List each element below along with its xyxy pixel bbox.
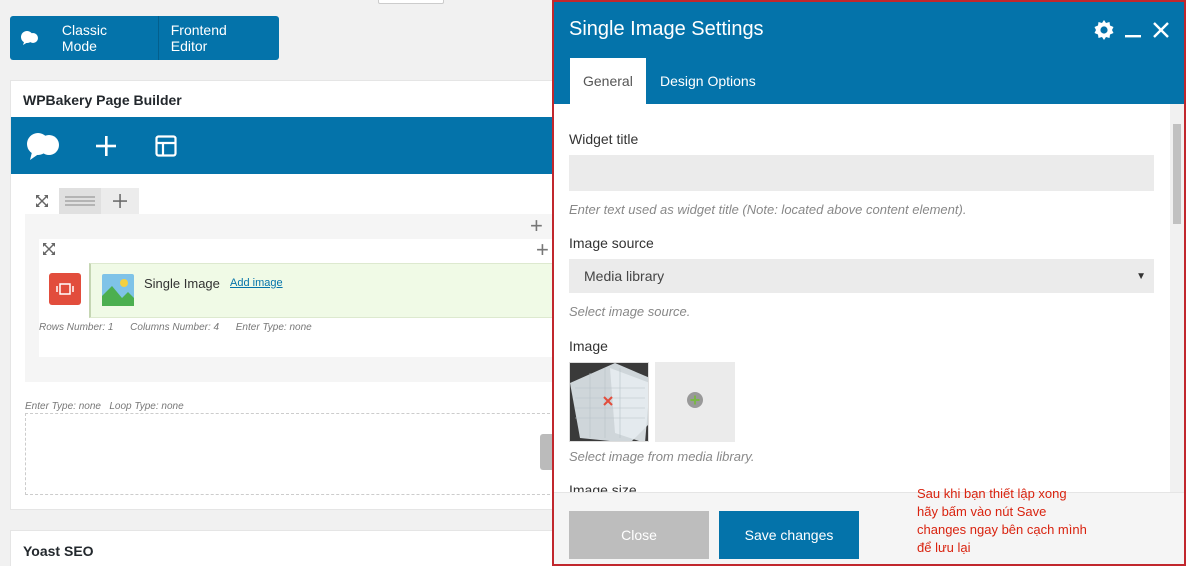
image-label: Image bbox=[569, 338, 608, 354]
row-meta: Rows Number: 1 Columns Number: 4 Enter T… bbox=[39, 322, 312, 333]
wpbakery-logo-icon[interactable] bbox=[10, 16, 50, 60]
widget-title-input[interactable] bbox=[569, 155, 1154, 191]
image-source-label: Image source bbox=[569, 235, 654, 251]
expand-row-icon[interactable] bbox=[25, 188, 59, 214]
scrollbar-thumb[interactable] bbox=[1173, 124, 1181, 224]
add-column-icon[interactable] bbox=[101, 188, 139, 214]
add-to-row-icon[interactable]: + bbox=[530, 215, 543, 237]
modal-header: Single Image Settings General Design Opt… bbox=[554, 2, 1184, 104]
editor-mode-bar: Classic Mode Frontend Editor bbox=[10, 16, 279, 60]
classic-mode-button[interactable]: Classic Mode bbox=[50, 16, 158, 60]
image-help: Select image from media library. bbox=[569, 449, 755, 464]
element-name: Single Image bbox=[144, 276, 220, 291]
selected-image-thumbnail[interactable] bbox=[569, 362, 649, 442]
save-changes-button[interactable]: Save changes bbox=[719, 511, 859, 559]
panel-title: WPBakery Page Builder bbox=[23, 92, 182, 108]
wpbakery-logo-icon[interactable] bbox=[25, 129, 61, 163]
add-to-column-icon[interactable]: + bbox=[536, 239, 549, 261]
yoast-panel: Yoast SEO bbox=[10, 530, 570, 566]
tab-general[interactable]: General bbox=[570, 58, 646, 104]
empty-drop-zone[interactable] bbox=[25, 413, 555, 495]
modal-header-actions bbox=[1094, 20, 1170, 45]
widget-title-label: Widget title bbox=[569, 131, 639, 147]
row-controls bbox=[25, 188, 139, 214]
top-input-fragment bbox=[378, 0, 444, 4]
dropdown-arrow-icon: ▼ bbox=[1136, 270, 1146, 282]
modal-scrollbar[interactable] bbox=[1170, 104, 1184, 492]
image-placeholder-icon bbox=[102, 274, 134, 311]
builder-toolbar bbox=[11, 117, 571, 174]
image-source-help: Select image source. bbox=[569, 304, 691, 319]
templates-icon[interactable] bbox=[148, 129, 184, 163]
frontend-editor-button[interactable]: Frontend Editor bbox=[157, 16, 279, 60]
single-image-settings-modal: Single Image Settings General Design Opt… bbox=[552, 0, 1186, 566]
expand-column-icon[interactable] bbox=[42, 242, 56, 261]
add-image-link[interactable]: Add image bbox=[230, 277, 283, 289]
image-size-label: Image size bbox=[569, 482, 637, 492]
add-element-icon[interactable] bbox=[88, 129, 124, 163]
add-circle-icon bbox=[687, 391, 703, 413]
minimize-icon[interactable] bbox=[1124, 21, 1142, 44]
section-meta: Enter Type: none Loop Type: none bbox=[25, 401, 184, 412]
modal-body: Widget title Enter text used as widget t… bbox=[554, 104, 1184, 492]
modal-footer: Close Save changes Sau khi bạn thiết lập… bbox=[554, 486, 1184, 564]
image-source-value: Media library bbox=[584, 268, 665, 284]
widget-title-help: Enter text used as widget title (Note: l… bbox=[569, 202, 967, 217]
add-image-button[interactable] bbox=[655, 362, 735, 442]
tab-design-options[interactable]: Design Options bbox=[647, 58, 769, 104]
image-source-select[interactable]: Media library ▼ bbox=[569, 259, 1154, 293]
close-button[interactable]: Close bbox=[569, 511, 709, 559]
video-element-icon[interactable] bbox=[49, 273, 81, 305]
yoast-title: Yoast SEO bbox=[23, 543, 94, 559]
annotation-note: Sau khi bạn thiết lập xong hãy bấm vào n… bbox=[917, 486, 1087, 555]
row-drag-handle-icon[interactable] bbox=[59, 188, 101, 214]
modal-title: Single Image Settings bbox=[569, 18, 764, 40]
gear-icon[interactable] bbox=[1094, 20, 1114, 45]
close-icon[interactable] bbox=[1152, 21, 1170, 44]
